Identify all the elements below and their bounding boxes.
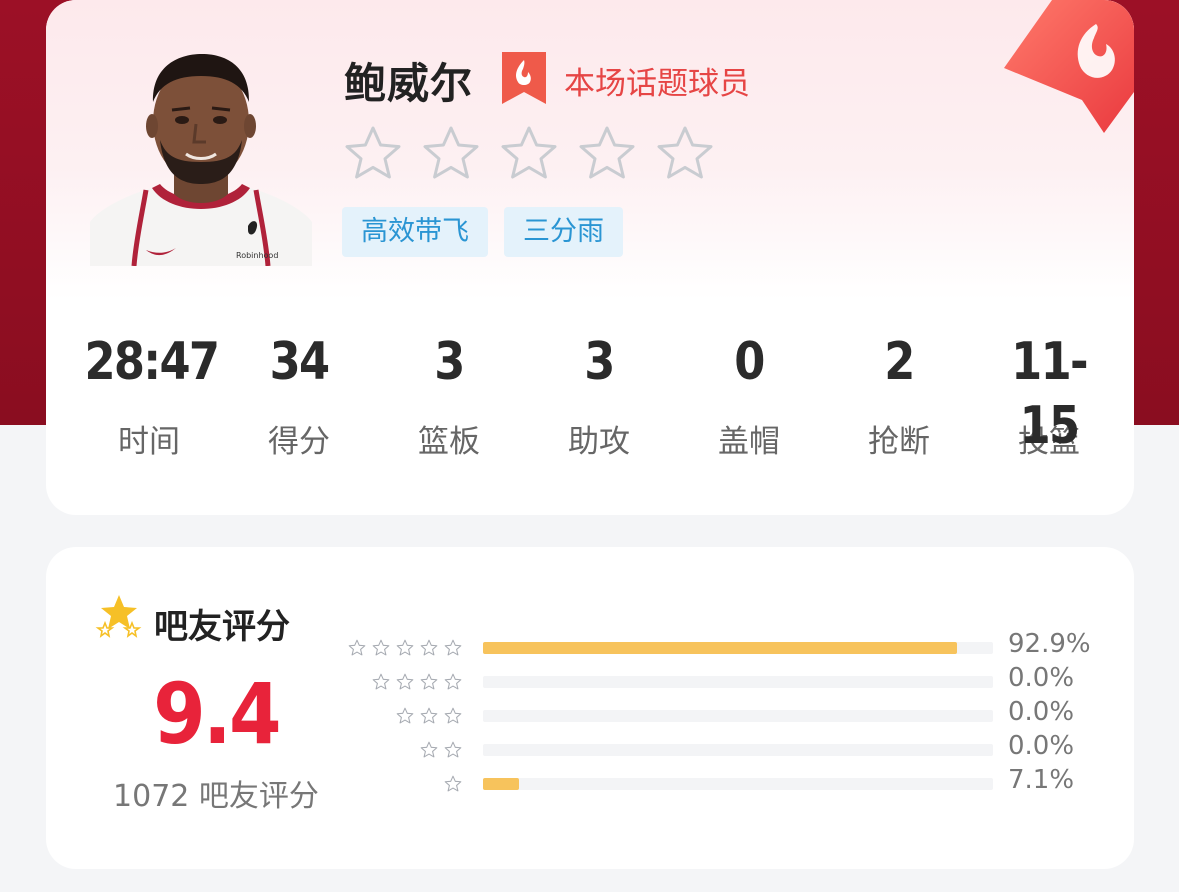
distribution-percent: 0.0% [1008,663,1075,693]
rating-score: 9.4 [153,665,282,763]
stat-label: 得分 [268,424,330,460]
topic-player-badge: 本场话题球员 [564,66,750,102]
stat-value: 34 [269,332,331,392]
flame-ribbon-icon [502,52,546,104]
small-star-icon [372,639,390,656]
fan-rating-card: 吧友评分 9.4 1072 吧友评分 92.9% 0.0% 0.0% 0.0% 7.1% [46,547,1134,869]
stat-value: 3 [434,332,465,392]
stat-shooting: 11-15 投篮 [974,330,1124,461]
rate-star-5[interactable] [655,124,715,184]
stat-label: 篮板 [418,424,480,460]
small-star-icon [444,639,462,656]
small-star-icon [444,673,462,690]
flame-flag-icon [1004,0,1134,133]
stat-value: 28:47 [84,332,220,392]
stat-value: 3 [584,332,615,392]
stat-label: 盖帽 [718,424,780,460]
jersey-sponsor: Robinhood [236,251,278,260]
small-star-icon [372,673,390,690]
small-star-icon [444,741,462,758]
small-star-icon [396,707,414,724]
small-star-icon [348,639,366,656]
distribution-bar-track [483,676,993,688]
distribution-bar-track [483,642,993,654]
tag-efficient[interactable]: 高效带飞 [342,207,488,257]
player-name: 鲍威尔 [344,59,474,108]
rating-count: 1072 吧友评分 [113,779,319,814]
distribution-bar-track [483,710,993,722]
stat-steals: 2 抢断 [824,330,974,461]
rate-star-3[interactable] [499,124,559,184]
stat-value: 11-15 [1011,332,1088,456]
player-tags: 高效带飞 三分雨 [342,207,623,257]
stat-assists: 3 助攻 [524,330,674,461]
player-photo: Robinhood [90,44,312,266]
distribution-bar-track [483,778,993,790]
stat-rebounds: 3 篮板 [374,330,524,461]
distribution-bar-track [483,744,993,756]
small-star-icon [444,707,462,724]
stat-minutes: 28:47 时间 [74,330,224,461]
star-count-icons [342,707,462,727]
star-count-icons [342,673,462,693]
small-star-icon [396,673,414,690]
gold-stars-icon [95,595,142,638]
rate-star-4[interactable] [577,124,637,184]
stat-label: 时间 [118,424,180,460]
star-count-icons [342,639,462,659]
player-card: Robinhood 鲍威尔 本场话题球员 高效带飞 三分雨 28:47 时间 3… [46,0,1134,515]
player-star-rating[interactable] [343,124,715,184]
small-star-icon [420,673,438,690]
distribution-percent: 92.9% [1008,629,1091,659]
stat-label: 抢断 [868,424,930,460]
small-star-icon [420,639,438,656]
star-count-icons [342,775,462,795]
stat-label: 助攻 [568,424,630,460]
rate-star-1[interactable] [343,124,403,184]
distribution-percent: 0.0% [1008,697,1075,727]
small-star-icon [396,639,414,656]
rate-star-2[interactable] [421,124,481,184]
tag-three-point-rain[interactable]: 三分雨 [504,207,623,257]
distribution-percent: 7.1% [1008,765,1075,795]
distribution-bar-fill [483,778,520,790]
rating-title: 吧友评分 [154,607,290,647]
small-star-icon [420,707,438,724]
stat-points: 34 得分 [224,330,374,461]
small-star-icon [444,775,462,792]
stat-value: 0 [734,332,765,392]
stat-value: 2 [884,332,915,392]
small-star-icon [420,741,438,758]
stat-blocks: 0 盖帽 [674,330,824,461]
stats-row: 28:47 时间 34 得分 3 篮板 3 助攻 0 盖帽 2 抢断 11-15… [46,330,1134,461]
distribution-bar-fill [483,642,957,654]
star-count-icons [342,741,462,761]
distribution-percent: 0.0% [1008,731,1075,761]
